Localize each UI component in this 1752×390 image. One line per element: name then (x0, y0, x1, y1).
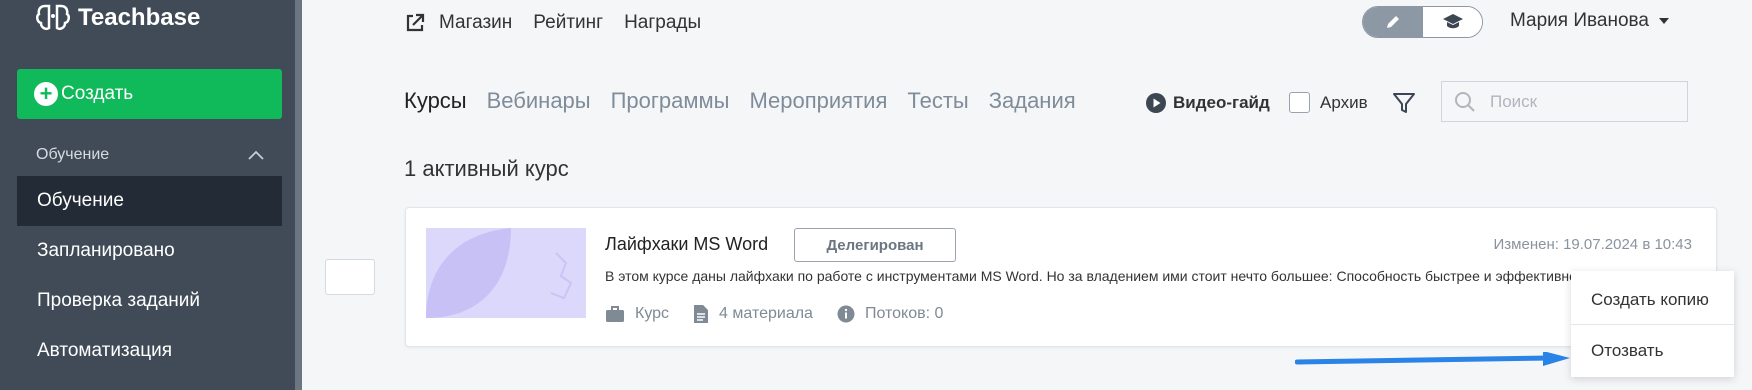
play-circle-icon (1146, 93, 1166, 113)
filter-button[interactable] (1392, 91, 1416, 120)
course-thumbnail (426, 228, 586, 318)
sidebar-item-label: Автоматизация (37, 340, 172, 361)
sidebar-item-task-review[interactable]: Проверка заданий (17, 276, 282, 326)
course-description: В этом курсе даны лайфхаки по работе с и… (605, 268, 1585, 284)
sidebar-item-label: Проверка заданий (37, 290, 201, 311)
create-button-label: Создать (61, 83, 134, 104)
materials-count: 4 материала (719, 305, 813, 322)
sidebar-item-automation[interactable]: Автоматизация (17, 326, 282, 376)
sidebar-item-label: Обучение (37, 190, 124, 211)
brain-logo-icon (36, 4, 70, 31)
user-name: Мария Иванова (1510, 10, 1649, 31)
menu-item-create-copy[interactable]: Создать копию (1571, 275, 1734, 325)
status-badge: Делегирован (794, 228, 956, 262)
sidebar-section-toggle[interactable]: Обучение (36, 146, 264, 164)
learner-mode-button[interactable] (1422, 7, 1482, 37)
menu-item-revoke[interactable]: Отозвать (1571, 326, 1734, 376)
chevron-up-icon (248, 150, 264, 160)
sidebar-item-scheduled[interactable]: Запланировано (17, 226, 282, 276)
course-title[interactable]: Лайфхаки MS Word (605, 234, 768, 255)
graduation-cap-icon (1442, 14, 1463, 29)
caret-down-icon (1658, 18, 1669, 24)
search-input[interactable]: Поиск (1441, 81, 1688, 122)
external-link-icon (406, 13, 425, 32)
course-card[interactable]: Лайфхаки MS Word Делегирован Изменен: 19… (405, 207, 1717, 347)
context-menu: Создать копию Отозвать (1571, 271, 1734, 377)
page-title: 1 активный курс (404, 156, 569, 181)
sidebar-section-label: Обучение (36, 146, 110, 163)
divider (1571, 324, 1734, 325)
filter-icon (1393, 93, 1415, 113)
app-name: Teachbase (78, 4, 201, 31)
info-icon (837, 305, 855, 323)
course-meta: Курс 4 материала Потоков: 0 (605, 304, 967, 324)
app-logo[interactable]: Teachbase (36, 2, 200, 34)
tab-tests[interactable]: Тесты (907, 88, 968, 114)
top-nav: Магазин Рейтинг Награды (404, 12, 701, 34)
tab-events[interactable]: Мероприятия (749, 88, 887, 114)
streams-count: Потоков: 0 (864, 305, 944, 322)
tab-tasks[interactable]: Задания (989, 88, 1076, 114)
tab-courses[interactable]: Курсы (404, 88, 467, 114)
tab-webinars[interactable]: Вебинары (487, 88, 591, 114)
content-tabs: Курсы Вебинары Программы Мероприятия Тес… (404, 88, 1076, 114)
row-select-checkbox[interactable] (325, 259, 375, 295)
annotation-arrow-icon (1295, 352, 1570, 366)
archive-label: Архив (1320, 92, 1368, 112)
sidebar-item-learning[interactable]: Обучение (17, 176, 282, 226)
checkbox[interactable] (1289, 92, 1310, 113)
create-button[interactable]: + Создать (17, 69, 282, 119)
edit-mode-button[interactable] (1363, 7, 1422, 37)
modified-date: Изменен: 19.07.2024 в 10:43 (1493, 236, 1692, 253)
video-guide-label: Видео-гайд (1173, 93, 1270, 112)
briefcase-icon (606, 306, 624, 322)
document-icon (694, 305, 709, 323)
video-guide-link[interactable]: Видео-гайд (1145, 92, 1270, 114)
pencil-icon (1386, 16, 1399, 28)
nav-link-rating[interactable]: Рейтинг (533, 12, 603, 34)
nav-link-shop[interactable]: Магазин (439, 12, 512, 34)
mode-toggle[interactable] (1362, 6, 1483, 38)
sidebar-item-label: Запланировано (37, 240, 175, 261)
search-placeholder: Поиск (1490, 91, 1538, 111)
user-menu[interactable]: Мария Иванова (1510, 10, 1669, 32)
sidebar: Teachbase + Создать Обучение Обучение За… (0, 0, 302, 390)
search-icon (1455, 91, 1475, 112)
sidebar-scrollbar[interactable] (295, 0, 302, 390)
nav-link-awards[interactable]: Награды (624, 12, 701, 34)
tab-programs[interactable]: Программы (611, 88, 730, 114)
archive-checkbox[interactable]: Архив (1289, 92, 1368, 113)
course-type: Курс (635, 305, 670, 322)
plus-icon: + (34, 82, 58, 106)
